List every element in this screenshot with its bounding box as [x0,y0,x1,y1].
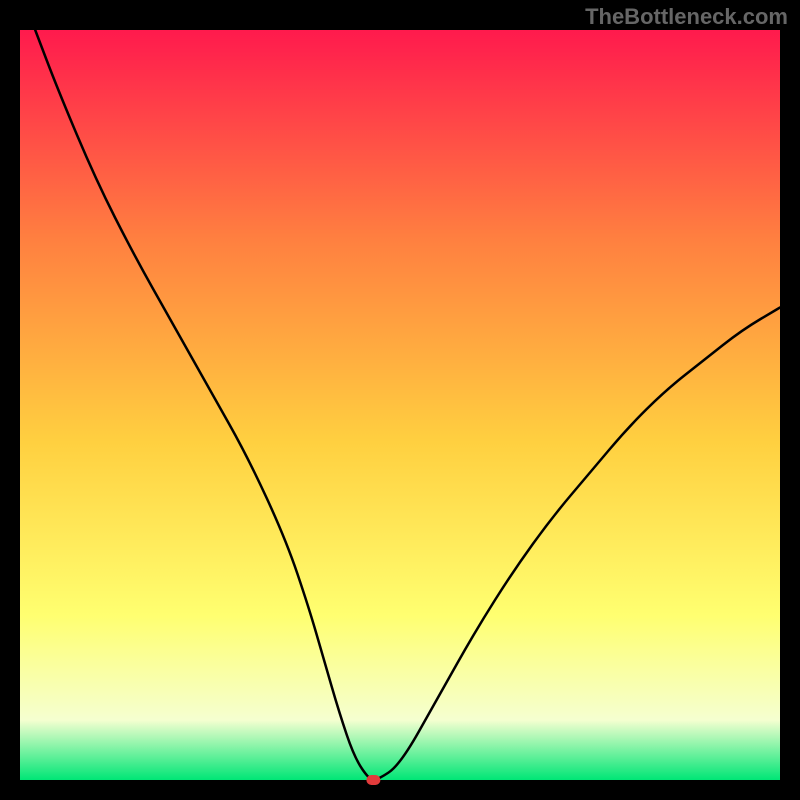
gradient-background [20,30,780,780]
watermark-text: TheBottleneck.com [585,4,788,30]
optimum-marker [366,775,380,785]
bottleneck-chart [0,0,800,800]
chart-frame: TheBottleneck.com [0,0,800,800]
